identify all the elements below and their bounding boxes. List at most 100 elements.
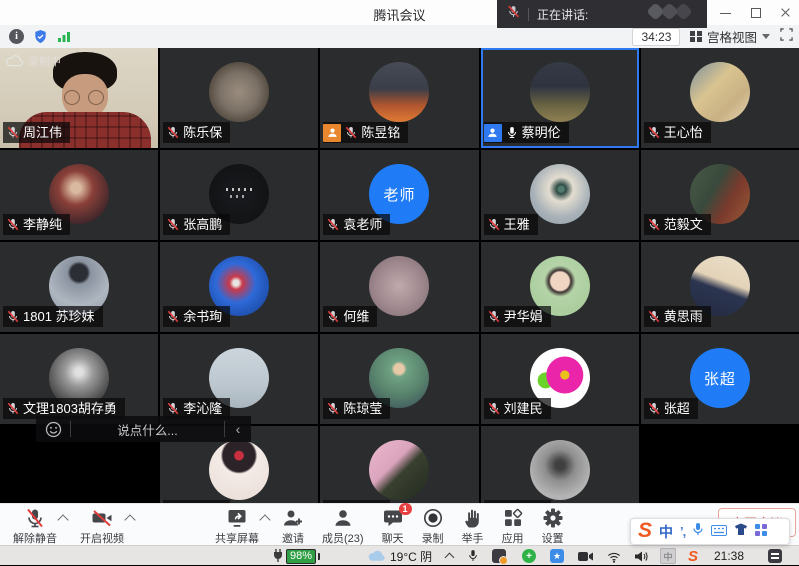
- participant-tile[interactable]: 范毅文: [641, 150, 799, 240]
- participant-tile[interactable]: 张高鹏: [160, 150, 318, 240]
- members-icon: [332, 507, 354, 529]
- tray-sogou-icon[interactable]: S: [688, 546, 698, 566]
- collapse-chevron-icon[interactable]: ‹: [225, 421, 251, 437]
- participant-tile[interactable]: 倪仕菲: [481, 426, 639, 503]
- toolbar-hand-button[interactable]: 举手: [453, 507, 493, 546]
- tray-speaker-icon[interactable]: [634, 546, 648, 566]
- participant-tile[interactable]: 陈昱铭: [320, 48, 478, 148]
- ime-toolbox-icon[interactable]: [755, 523, 767, 541]
- participant-tile[interactable]: 黄思雨: [641, 242, 799, 332]
- chat-input-placeholder[interactable]: 说点什么...: [71, 420, 224, 439]
- participant-tile[interactable]: 何维: [320, 242, 478, 332]
- participant-tile[interactable]: 张超张超: [641, 334, 799, 424]
- toolbar-members-button[interactable]: 成员(23): [313, 507, 373, 546]
- record-icon: [422, 507, 444, 529]
- chevron-down-icon: [762, 34, 770, 39]
- speaking-banner: 正在讲话:: [497, 0, 707, 28]
- battery-indicator[interactable]: 98%: [272, 546, 320, 566]
- divider: [528, 8, 529, 21]
- participant-name: 陈乐保: [183, 123, 222, 142]
- participant-tile[interactable]: 刘建民: [481, 334, 639, 424]
- tray-wifi-icon[interactable]: [606, 546, 622, 566]
- toolbar-item-label: 解除静音: [13, 530, 57, 546]
- toolbar-mic-button[interactable]: 解除静音: [4, 507, 66, 546]
- toolbar-item-label: 聊天: [382, 530, 404, 546]
- meeting-timer: 34:23: [632, 28, 680, 46]
- speaking-label: 正在讲话:: [537, 6, 588, 23]
- chat-quick-input[interactable]: 说点什么... ‹: [36, 416, 251, 442]
- participant-tile[interactable]: 陈乐保: [160, 48, 318, 148]
- network-signal-icon[interactable]: [57, 30, 71, 43]
- toolbar-chat-button[interactable]: 1聊天: [373, 507, 413, 546]
- mic-muted-icon: [648, 402, 660, 415]
- participant-tile[interactable]: 录制中周江伟: [0, 48, 158, 148]
- participant-name-label: 张高鹏: [163, 214, 230, 235]
- avatar: [369, 62, 429, 122]
- ime-language-toggle[interactable]: 中: [659, 522, 673, 542]
- toolbar-apps-button[interactable]: 应用: [493, 507, 533, 546]
- participant-tile[interactable]: 李沁隆: [160, 334, 318, 424]
- participant-name: 尹华娟: [504, 307, 543, 326]
- notification-center-icon[interactable]: [768, 546, 782, 566]
- participant-tile[interactable]: 尹华娟: [481, 242, 639, 332]
- participant-tile[interactable]: 余书珣: [160, 242, 318, 332]
- grid-view-button[interactable]: 宫格视图: [690, 27, 770, 46]
- participant-tile[interactable]: 李静纯: [0, 150, 158, 240]
- security-shield-icon[interactable]: [33, 29, 48, 44]
- clock[interactable]: 21:38: [714, 546, 744, 566]
- ime-mic-icon[interactable]: [692, 522, 704, 541]
- participant-name-label: 陈乐保: [163, 122, 230, 143]
- participant-tile[interactable]: 王心怡: [641, 48, 799, 148]
- tray-star-app-icon[interactable]: ★: [550, 546, 564, 566]
- weather-widget[interactable]: 19°C 阴: [368, 546, 432, 566]
- participant-name-label: 1801 苏珍妹: [3, 306, 103, 327]
- tray-camera-icon[interactable]: [578, 546, 593, 566]
- toolbar-record-button[interactable]: 录制: [413, 507, 453, 546]
- participant-name-label: 刘建民: [484, 398, 551, 419]
- mic-muted-icon: [7, 218, 19, 231]
- tray-screencast-icon[interactable]: [492, 546, 506, 566]
- tray-ime-icon[interactable]: 中: [660, 546, 676, 566]
- participant-tile[interactable]: 覃城惠: [320, 426, 478, 503]
- minimize-icon[interactable]: [720, 7, 731, 18]
- mic-muted-icon: [7, 402, 19, 415]
- toolbar-gear-button[interactable]: 设置: [533, 507, 573, 546]
- maximize-icon[interactable]: [750, 7, 761, 18]
- participant-tile[interactable]: 陈琼莹: [320, 334, 478, 424]
- toolbar-camera-button[interactable]: 开启视频: [71, 507, 133, 546]
- fullscreen-icon[interactable]: [780, 28, 793, 46]
- screen-share-icon: [226, 507, 248, 529]
- participant-tile[interactable]: 蔡明伦: [481, 48, 639, 148]
- tray-expand-chevron-icon[interactable]: [446, 546, 453, 566]
- ime-keyboard-icon[interactable]: [711, 523, 727, 541]
- participant-name: 周江伟: [23, 123, 62, 142]
- participant-tile[interactable]: 文理1803胡存勇: [0, 334, 158, 424]
- participant-name: 1801 苏珍妹: [23, 307, 95, 326]
- tray-mic-icon[interactable]: [468, 546, 478, 566]
- emoji-icon[interactable]: [36, 421, 70, 438]
- gear-icon: [542, 507, 564, 529]
- toolbar-screen-share-button[interactable]: 共享屏幕: [206, 507, 268, 546]
- weather-text: 19°C 阴: [390, 548, 432, 565]
- sogou-logo-icon[interactable]: S: [638, 520, 652, 541]
- meeting-info-icon[interactable]: i: [9, 29, 24, 44]
- participant-name-label: 王心怡: [644, 122, 711, 143]
- participant-tile[interactable]: 1801 苏珍妹: [0, 242, 158, 332]
- battery-nub: [318, 553, 320, 560]
- participant-name: 陈琼莹: [343, 399, 382, 418]
- ime-skin-icon[interactable]: [734, 523, 748, 541]
- participant-tile[interactable]: 老师袁老师: [320, 150, 478, 240]
- toolbar-invite-button[interactable]: 邀请: [273, 507, 313, 546]
- plug-icon: [272, 549, 284, 563]
- ime-punctuation-toggle[interactable]: ’,: [680, 524, 685, 539]
- close-icon[interactable]: [780, 7, 791, 18]
- mic-muted-icon: [327, 218, 339, 231]
- mic-muted-icon: [648, 218, 660, 231]
- participant-tile[interactable]: 王雅: [481, 150, 639, 240]
- participant-name-label: 陈昱铭: [323, 122, 408, 143]
- mic-muted-icon: [648, 126, 660, 139]
- tray-green-app-icon[interactable]: +: [522, 546, 536, 566]
- participant-name-label: 周江伟: [3, 122, 70, 143]
- sogou-ime-bar[interactable]: S 中 ’,: [630, 518, 790, 545]
- toolbar-item-label: 录制: [422, 530, 444, 546]
